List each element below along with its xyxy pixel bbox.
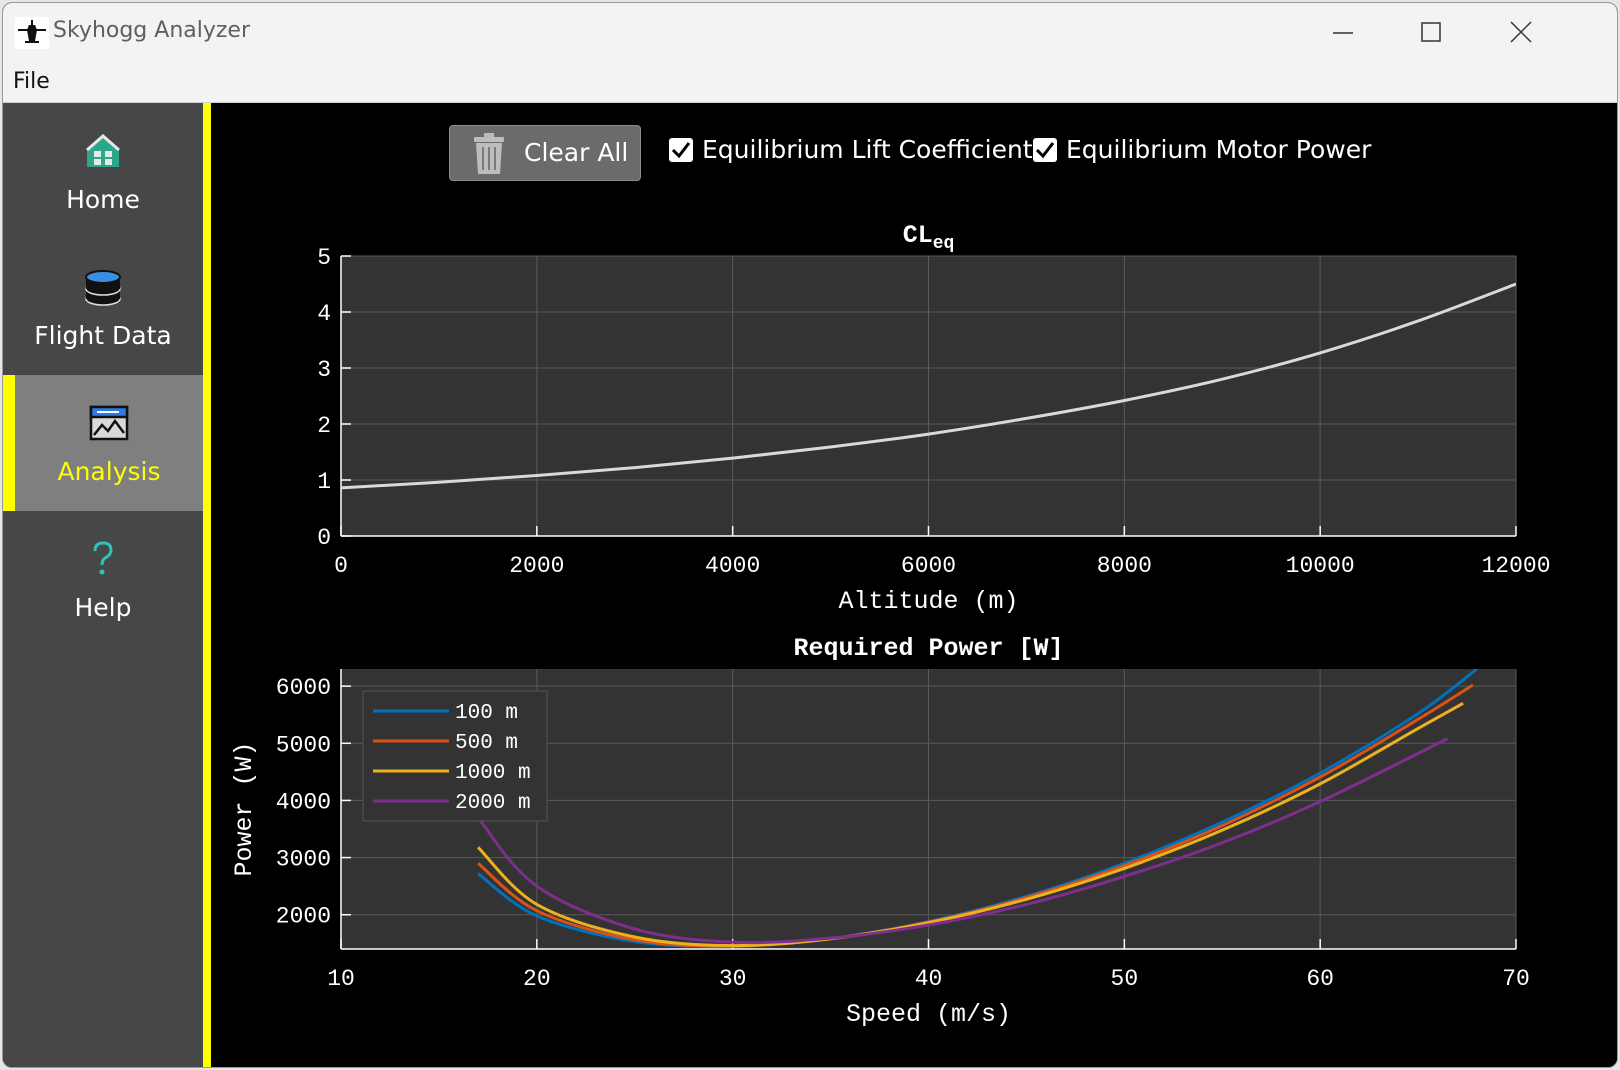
title-bar: Skyhogg Analyzer (3, 3, 1617, 63)
x-axis-label: Altitude (m) (838, 587, 1018, 616)
window-title: Skyhogg Analyzer (53, 18, 251, 43)
sidebar-item-help[interactable]: Help (3, 511, 203, 647)
question-icon (93, 541, 113, 575)
sidebar-item-analysis[interactable]: Analysis (3, 375, 203, 511)
x-tick-label: 10 (327, 966, 355, 992)
active-indicator (3, 375, 15, 511)
chart-title: CLeq (903, 221, 955, 254)
x-tick-label: 0 (334, 553, 348, 579)
x-tick-label: 20 (523, 966, 551, 992)
required-power-chart: 10 20 30 40 50 60 70 2000 3000 4000 5000 6000 Speed … (230, 634, 1530, 1029)
clear-all-label: Clear All (524, 138, 629, 167)
sidebar-divider (203, 103, 211, 1067)
legend-label: 100 m (455, 702, 518, 725)
app-window: Skyhogg Analyzer File Home Flight Data A… (2, 2, 1618, 1068)
analysis-panel: Clear All Equilibrium Lift Coefficient E… (211, 103, 1617, 1067)
x-tick-label: 50 (1111, 966, 1139, 992)
x-tick-label: 12000 (1481, 553, 1550, 579)
y-tick-label: 3 (317, 357, 331, 383)
trash-icon (474, 133, 504, 174)
check-icon (1033, 138, 1057, 162)
sidebar: Home Flight Data Analysis Help (3, 103, 203, 1067)
legend-label: 2000 m (455, 792, 531, 815)
airplane-icon (15, 17, 49, 49)
x-tick-label: 10000 (1286, 553, 1355, 579)
y-tick-label: 5 (317, 245, 331, 271)
x-tick-label: 30 (719, 966, 747, 992)
menu-file[interactable]: File (13, 69, 50, 94)
chart-title: Required Power [W] (793, 634, 1063, 663)
maximize-button[interactable] (1409, 13, 1453, 53)
minimize-button[interactable] (1321, 13, 1365, 53)
sidebar-item-label: Flight Data (34, 321, 172, 350)
legend-label: 500 m (455, 732, 518, 755)
check-icon (669, 138, 693, 162)
analysis-chart-icon (89, 405, 129, 441)
legend-label: 1000 m (455, 762, 531, 785)
cl-eq-chart: 0 2000 4000 6000 8000 10000 12000 0 1 2 3 4 5 Altitud… (317, 221, 1550, 616)
y-tick-label: 5000 (276, 732, 331, 758)
y-tick-label: 4000 (276, 789, 331, 815)
y-axis-label: Power (W) (230, 741, 259, 876)
y-tick-label: 6000 (276, 675, 331, 701)
sidebar-item-label: Help (74, 593, 132, 622)
y-tick-label: 2000 (276, 904, 331, 930)
y-tick-label: 3000 (276, 847, 331, 873)
checkbox-lift-coefficient[interactable]: Equilibrium Lift Coefficient (669, 135, 1033, 169)
sidebar-item-flight-data[interactable]: Flight Data (3, 239, 203, 375)
x-tick-label: 8000 (1097, 553, 1152, 579)
checkbox-power-label: Equilibrium Motor Power (1066, 135, 1372, 164)
checkbox-lift-label: Equilibrium Lift Coefficient (702, 135, 1033, 164)
database-icon (85, 270, 121, 306)
y-tick-label: 0 (317, 525, 331, 551)
sidebar-item-label: Home (66, 185, 140, 214)
x-tick-label: 6000 (901, 553, 956, 579)
x-tick-label: 70 (1502, 966, 1530, 992)
x-tick-label: 4000 (705, 553, 760, 579)
sidebar-item-label: Analysis (57, 457, 161, 486)
menu-bar: File (3, 63, 1617, 103)
x-tick-label: 60 (1306, 966, 1334, 992)
x-axis-label: Speed (m/s) (846, 1000, 1011, 1029)
home-icon (86, 134, 120, 167)
y-tick-label: 2 (317, 413, 331, 439)
close-button[interactable] (1499, 13, 1543, 53)
x-tick-label: 2000 (509, 553, 564, 579)
y-tick-label: 1 (317, 469, 331, 495)
x-tick-label: 40 (915, 966, 943, 992)
checkbox-motor-power[interactable]: Equilibrium Motor Power (1033, 135, 1373, 169)
y-tick-label: 4 (317, 301, 331, 327)
sidebar-item-home[interactable]: Home (3, 103, 203, 239)
clear-all-button[interactable]: Clear All (449, 125, 641, 181)
